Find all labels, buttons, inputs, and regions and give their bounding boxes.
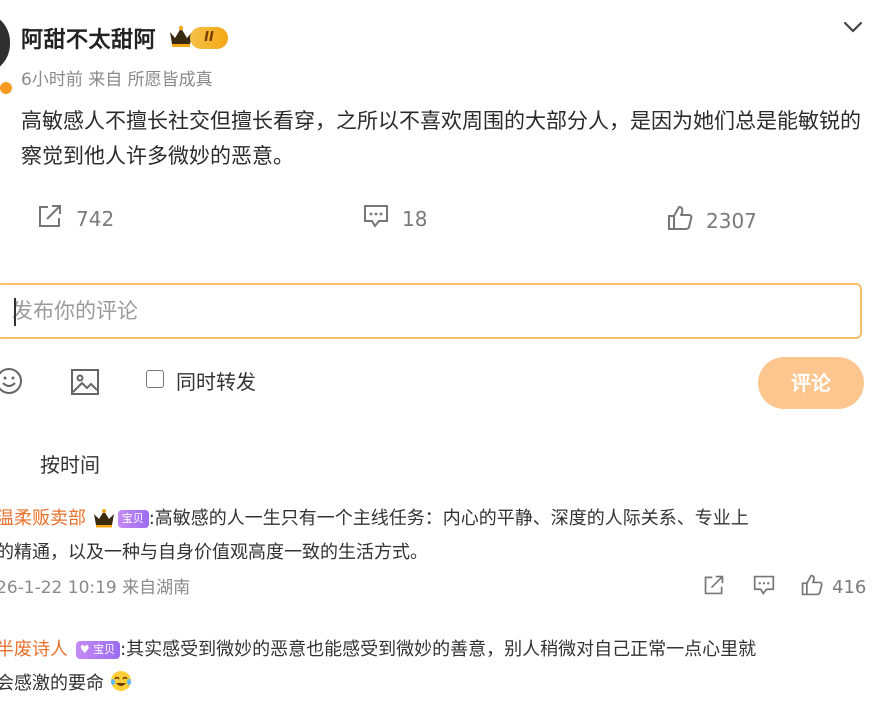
comment-input[interactable] bbox=[0, 283, 862, 339]
comment-icon[interactable] bbox=[752, 574, 776, 600]
comment-username[interactable]: 温柔贩卖部 bbox=[0, 508, 86, 529]
author-avatar[interactable] bbox=[0, 12, 10, 74]
like-icon bbox=[666, 204, 694, 237]
avatar-badge bbox=[0, 80, 14, 96]
repost-icon[interactable] bbox=[702, 574, 726, 600]
forward-checkbox[interactable] bbox=[146, 370, 164, 388]
comment-text: :高敏感的人一生只有一个主线任务：内心的平静、深度的人际关系、专业上 bbox=[148, 508, 749, 529]
comment-text-continued: 的精通，以及一种与自身价值观高度一致的生活方式。 bbox=[0, 542, 428, 563]
emoji-icon[interactable] bbox=[0, 366, 24, 400]
comment-text-continued: 会感激的要命 bbox=[0, 667, 132, 704]
like-button[interactable]: 2307 bbox=[666, 204, 757, 237]
heart-icon: ♥ bbox=[79, 643, 90, 656]
comment-meta: 26-1-22 10:19 来自湖南 bbox=[0, 578, 191, 598]
like-count: 2307 bbox=[706, 208, 757, 233]
comment-count: 18 bbox=[402, 206, 428, 231]
repost-count: 742 bbox=[76, 206, 115, 231]
laugh-cry-emoji bbox=[110, 670, 132, 704]
list-item: 温柔贩卖部 宝贝:高敏感的人一生只有一个主线任务：内心的平静、深度的人际关系、专… bbox=[0, 502, 749, 540]
comment-like-count: 416 bbox=[832, 577, 867, 598]
post-author-name[interactable]: 阿甜不太甜阿 bbox=[21, 22, 156, 54]
baby-badge: ♥ 宝贝 bbox=[75, 641, 121, 659]
vip-level-badge: II bbox=[190, 27, 228, 49]
submit-comment-button[interactable]: 评论 bbox=[758, 357, 864, 409]
comment-username[interactable]: 半废诗人 bbox=[0, 639, 68, 660]
post-body: 高敏感人不擅长社交但擅长看穿，之所以不喜欢周围的大部分人，是因为她们总是能敏锐的… bbox=[21, 109, 861, 168]
post-meta: 6小时前 来自 所愿皆成真 bbox=[21, 70, 213, 90]
crown-icon bbox=[92, 506, 116, 540]
chevron-down-icon[interactable] bbox=[840, 14, 866, 44]
text-caret bbox=[14, 298, 16, 326]
forward-label: 同时转发 bbox=[176, 370, 256, 394]
comment-button[interactable]: 18 bbox=[362, 203, 427, 234]
comment-like-button[interactable]: 416 bbox=[800, 573, 866, 602]
comment-icon bbox=[362, 203, 390, 234]
repost-icon bbox=[36, 203, 64, 234]
repost-button[interactable]: 742 bbox=[36, 203, 114, 234]
image-icon[interactable] bbox=[70, 368, 100, 400]
sort-by-time-tab[interactable]: 按时间 bbox=[40, 449, 100, 478]
like-icon bbox=[800, 573, 824, 602]
list-item: 半废诗人 ♥ 宝贝:其实感受到微妙的恶意也能感受到微妙的善意，别人稍微对自己正常… bbox=[0, 633, 756, 667]
comment-text: :其实感受到微妙的恶意也能感受到微妙的善意，别人稍微对自己正常一点心里就 bbox=[120, 639, 757, 660]
baby-badge: 宝贝 bbox=[117, 510, 149, 528]
